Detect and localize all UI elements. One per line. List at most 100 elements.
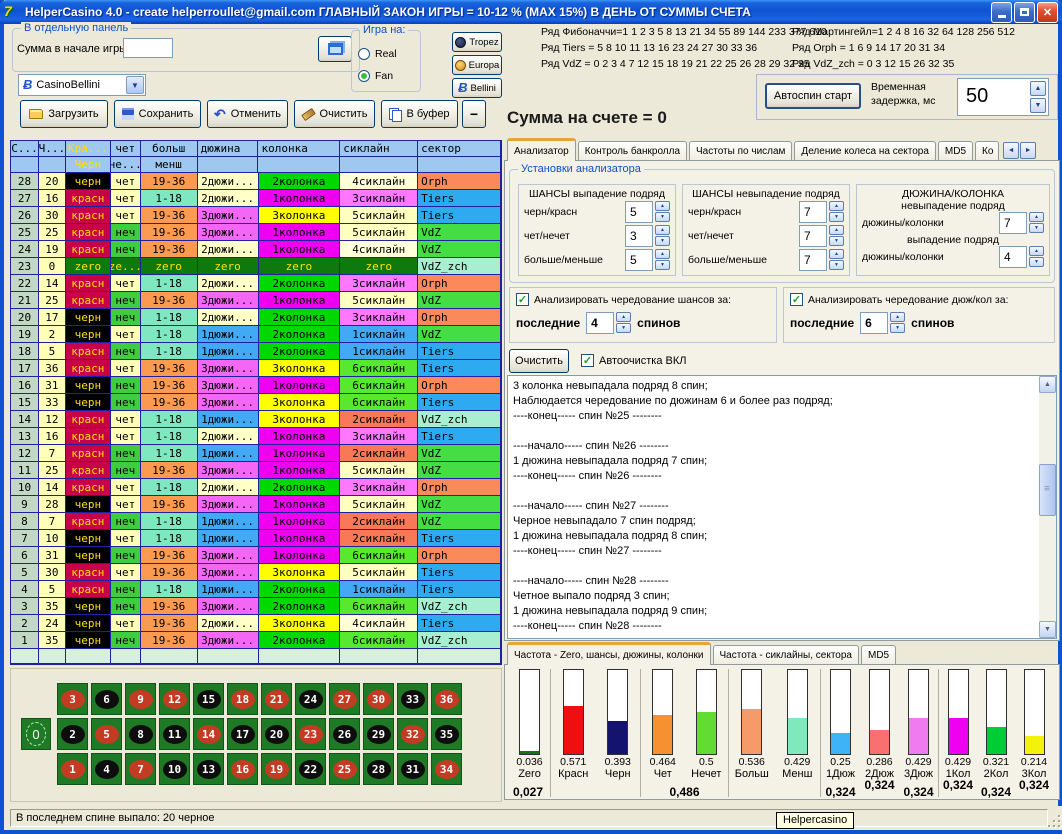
board-number-7[interactable]: 7 <box>125 753 156 785</box>
panel2-spinner-2[interactable]: 7▲▼ <box>799 249 844 271</box>
board-number-13[interactable]: 13 <box>193 753 224 785</box>
dozen-miss-spinner[interactable]: 7▲▼ <box>999 212 1044 234</box>
board-number-35[interactable]: 35 <box>431 718 462 750</box>
spin-down-icon[interactable]: ▼ <box>1030 98 1046 113</box>
board-number-25[interactable]: 25 <box>329 753 360 785</box>
delay-value[interactable]: 50 <box>958 79 1028 115</box>
start-sum-input[interactable] <box>123 38 173 58</box>
spin-up-icon[interactable]: ▲ <box>655 225 670 235</box>
board-number-1[interactable]: 1 <box>57 753 88 785</box>
scroll-down-icon[interactable]: ▼ <box>1039 621 1056 638</box>
scroll-up-icon[interactable]: ▲ <box>1039 376 1056 393</box>
alternation-chances-checkbox[interactable]: ✓ <box>516 293 529 306</box>
board-number-19[interactable]: 19 <box>261 753 292 785</box>
autoclear-checkbox[interactable]: ✓ <box>581 354 594 367</box>
board-number-32[interactable]: 32 <box>397 718 428 750</box>
game-on-option-fan[interactable]: Fan <box>358 65 397 87</box>
log-scrollbar[interactable]: ▲ ▼ <box>1039 376 1056 638</box>
board-number-20[interactable]: 20 <box>261 718 292 750</box>
board-number-15[interactable]: 15 <box>193 683 224 715</box>
tab-частота-zero-шансы-дюжины-колонки[interactable]: Частота - Zero, шансы, дюжины, колонки <box>507 642 711 665</box>
game-on-option-real[interactable]: Real <box>358 43 397 65</box>
board-number-9[interactable]: 9 <box>125 683 156 715</box>
minimize-button[interactable] <box>991 2 1012 23</box>
spin-up-icon[interactable]: ▲ <box>829 201 844 211</box>
board-number-6[interactable]: 6 <box>91 683 122 715</box>
casino-button-europa[interactable]: Europa <box>452 55 502 75</box>
chances-window-spinner[interactable]: 4▲▼ <box>586 312 631 334</box>
chances-window-spinner-value[interactable]: 4 <box>586 312 614 334</box>
resize-grip[interactable] <box>1048 815 1060 827</box>
dozcol-window-spinner[interactable]: 6▲▼ <box>860 312 905 334</box>
board-number-28[interactable]: 28 <box>363 753 394 785</box>
spin-down-icon[interactable]: ▼ <box>829 236 844 246</box>
spin-up-icon[interactable]: ▲ <box>890 312 905 322</box>
radio-icon[interactable] <box>358 48 370 60</box>
board-number-12[interactable]: 12 <box>159 683 190 715</box>
board-number-5[interactable]: 5 <box>91 718 122 750</box>
board-number-2[interactable]: 2 <box>57 718 88 750</box>
casino-select[interactable]: Ƀ CasinoBellini ▼ <box>18 74 146 96</box>
board-zero[interactable]: 0 <box>21 718 51 750</box>
spin-down-icon[interactable]: ▼ <box>829 212 844 222</box>
board-number-22[interactable]: 22 <box>295 753 326 785</box>
autospin-start-button[interactable]: Автоспин старт <box>765 83 861 109</box>
casino-button-bellini[interactable]: ɃBellini <box>452 78 502 98</box>
tab-scroll-right-icon[interactable]: ► <box>1020 142 1036 159</box>
board-number-31[interactable]: 31 <box>397 753 428 785</box>
maximize-button[interactable] <box>1014 2 1035 23</box>
board-number-30[interactable]: 30 <box>363 683 394 715</box>
spin-down-icon[interactable]: ▼ <box>616 323 631 333</box>
alternation-dozcol-checkbox[interactable]: ✓ <box>790 293 803 306</box>
spin-down-icon[interactable]: ▼ <box>1029 223 1044 233</box>
spin-up-icon[interactable]: ▲ <box>829 225 844 235</box>
board-number-27[interactable]: 27 <box>329 683 360 715</box>
panel2-spinner-1[interactable]: 7▲▼ <box>799 225 844 247</box>
board-number-36[interactable]: 36 <box>431 683 462 715</box>
tab-md5[interactable]: MD5 <box>938 141 973 161</box>
tab-ко[interactable]: Ко <box>975 141 999 161</box>
panel1-spinner-0-value[interactable]: 5 <box>625 201 653 223</box>
spin-up-icon[interactable]: ▲ <box>616 312 631 322</box>
delay-spinner[interactable]: 50 ▲ ▼ <box>957 78 1049 116</box>
spin-up-icon[interactable]: ▲ <box>1029 246 1044 256</box>
detach-panel-button[interactable] <box>318 36 352 62</box>
board-number-26[interactable]: 26 <box>329 718 360 750</box>
tab-частоты-по-числам[interactable]: Частоты по числам <box>689 141 792 161</box>
board-number-29[interactable]: 29 <box>363 718 394 750</box>
board-number-17[interactable]: 17 <box>227 718 258 750</box>
tab-scroll-left-icon[interactable]: ◄ <box>1003 142 1019 159</box>
board-number-4[interactable]: 4 <box>91 753 122 785</box>
collapse-button[interactable]: − <box>462 100 486 128</box>
panel2-spinner-0[interactable]: 7▲▼ <box>799 201 844 223</box>
load-button[interactable]: Загрузить <box>20 100 108 128</box>
log-clear-button[interactable]: Очистить <box>509 349 569 373</box>
spin-up-icon[interactable]: ▲ <box>655 249 670 259</box>
tab-анализатор[interactable]: Анализатор <box>507 138 576 161</box>
panel2-spinner-0-value[interactable]: 7 <box>799 201 827 223</box>
spin-up-icon[interactable]: ▲ <box>1029 212 1044 222</box>
clear-button[interactable]: Очистить <box>294 100 375 128</box>
board-number-10[interactable]: 10 <box>159 753 190 785</box>
dozen-hit-spinner[interactable]: 4▲▼ <box>999 246 1044 268</box>
spin-down-icon[interactable]: ▼ <box>890 323 905 333</box>
dozen-miss-spinner-value[interactable]: 7 <box>999 212 1027 234</box>
board-number-11[interactable]: 11 <box>159 718 190 750</box>
spin-down-icon[interactable]: ▼ <box>655 236 670 246</box>
save-button[interactable]: Сохранить <box>114 100 201 128</box>
board-number-16[interactable]: 16 <box>227 753 258 785</box>
panel1-spinner-2[interactable]: 5▲▼ <box>625 249 670 271</box>
undo-button[interactable]: ↶ Отменить <box>207 100 288 128</box>
board-number-18[interactable]: 18 <box>227 683 258 715</box>
board-number-8[interactable]: 8 <box>125 718 156 750</box>
spin-up-icon[interactable]: ▲ <box>655 201 670 211</box>
spin-down-icon[interactable]: ▼ <box>655 212 670 222</box>
board-number-14[interactable]: 14 <box>193 718 224 750</box>
panel1-spinner-2-value[interactable]: 5 <box>625 249 653 271</box>
panel2-spinner-2-value[interactable]: 7 <box>799 249 827 271</box>
board-number-34[interactable]: 34 <box>431 753 462 785</box>
tab-контроль-банкролла[interactable]: Контроль банкролла <box>578 141 687 161</box>
panel1-spinner-0[interactable]: 5▲▼ <box>625 201 670 223</box>
chevron-down-icon[interactable]: ▼ <box>126 76 144 94</box>
board-number-33[interactable]: 33 <box>397 683 428 715</box>
